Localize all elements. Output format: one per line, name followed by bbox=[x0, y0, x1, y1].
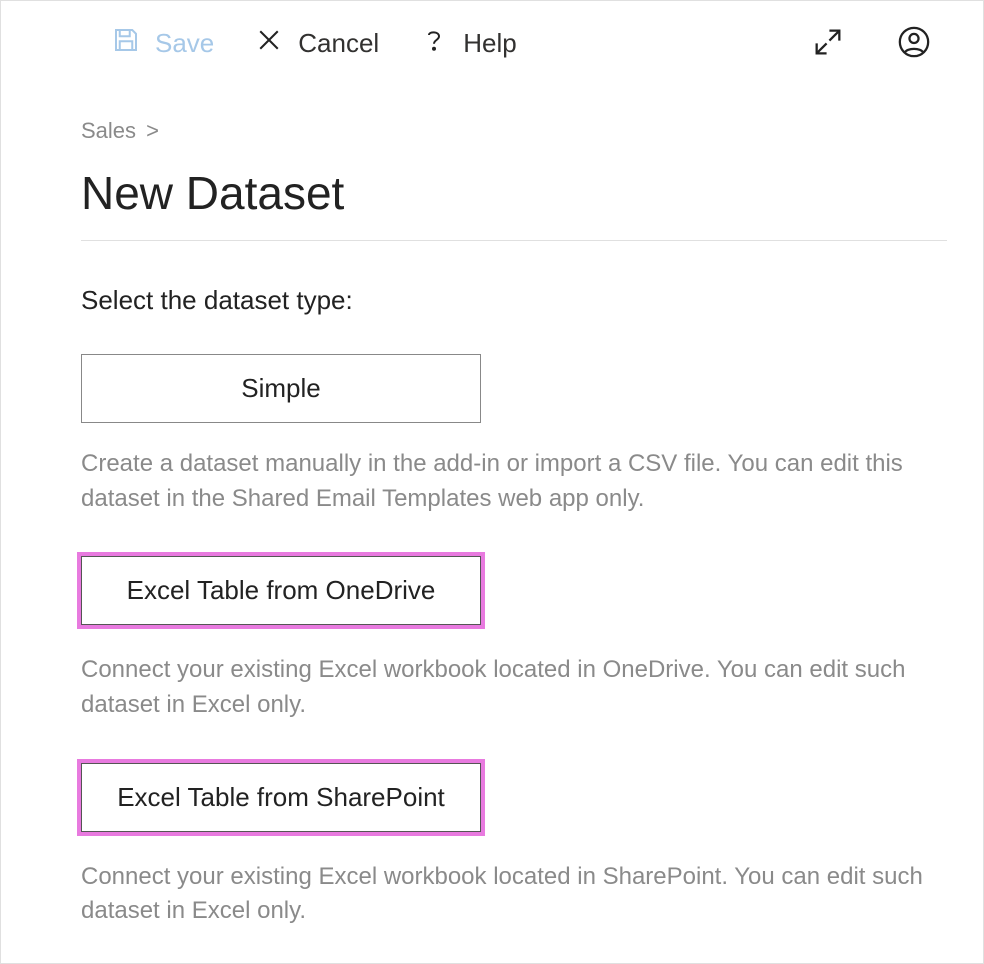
save-icon bbox=[111, 25, 141, 62]
account-button[interactable] bbox=[891, 19, 937, 68]
onedrive-description: Connect your existing Excel workbook loc… bbox=[81, 653, 947, 722]
option-sharepoint: Excel Table from SharePoint Connect your… bbox=[81, 763, 947, 929]
toolbar: Save Cancel Help bbox=[1, 1, 983, 78]
help-icon bbox=[419, 25, 449, 62]
breadcrumb[interactable]: Sales > bbox=[81, 118, 947, 144]
expand-button[interactable] bbox=[805, 19, 851, 68]
option-onedrive: Excel Table from OneDrive Connect your e… bbox=[81, 556, 947, 722]
cancel-button-label: Cancel bbox=[298, 28, 379, 59]
excel-sharepoint-button[interactable]: Excel Table from SharePoint bbox=[81, 763, 481, 832]
cancel-button[interactable]: Cancel bbox=[244, 19, 389, 68]
user-icon bbox=[897, 47, 931, 62]
option-simple: Simple Create a dataset manually in the … bbox=[81, 354, 947, 516]
save-button: Save bbox=[101, 19, 224, 68]
breadcrumb-item[interactable]: Sales bbox=[81, 118, 136, 143]
simple-button[interactable]: Simple bbox=[81, 354, 481, 423]
option-onedrive-wrap: Excel Table from OneDrive bbox=[81, 556, 481, 625]
help-button-label: Help bbox=[463, 28, 516, 59]
chevron-right-icon: > bbox=[146, 118, 159, 143]
close-icon bbox=[254, 25, 284, 62]
toolbar-right bbox=[805, 19, 947, 68]
content-area: Sales > New Dataset Select the dataset t… bbox=[1, 78, 983, 929]
dataset-type-prompt: Select the dataset type: bbox=[81, 285, 947, 316]
excel-onedrive-button[interactable]: Excel Table from OneDrive bbox=[81, 556, 481, 625]
sharepoint-description: Connect your existing Excel workbook loc… bbox=[81, 860, 947, 929]
toolbar-left: Save Cancel Help bbox=[101, 19, 795, 68]
help-button[interactable]: Help bbox=[409, 19, 526, 68]
option-sharepoint-wrap: Excel Table from SharePoint bbox=[81, 763, 481, 832]
app-frame: Save Cancel Help bbox=[0, 0, 984, 964]
simple-description: Create a dataset manually in the add-in … bbox=[81, 447, 947, 516]
save-button-label: Save bbox=[155, 28, 214, 59]
expand-icon bbox=[811, 47, 845, 62]
option-simple-wrap: Simple bbox=[81, 354, 481, 423]
page-title: New Dataset bbox=[81, 166, 947, 241]
